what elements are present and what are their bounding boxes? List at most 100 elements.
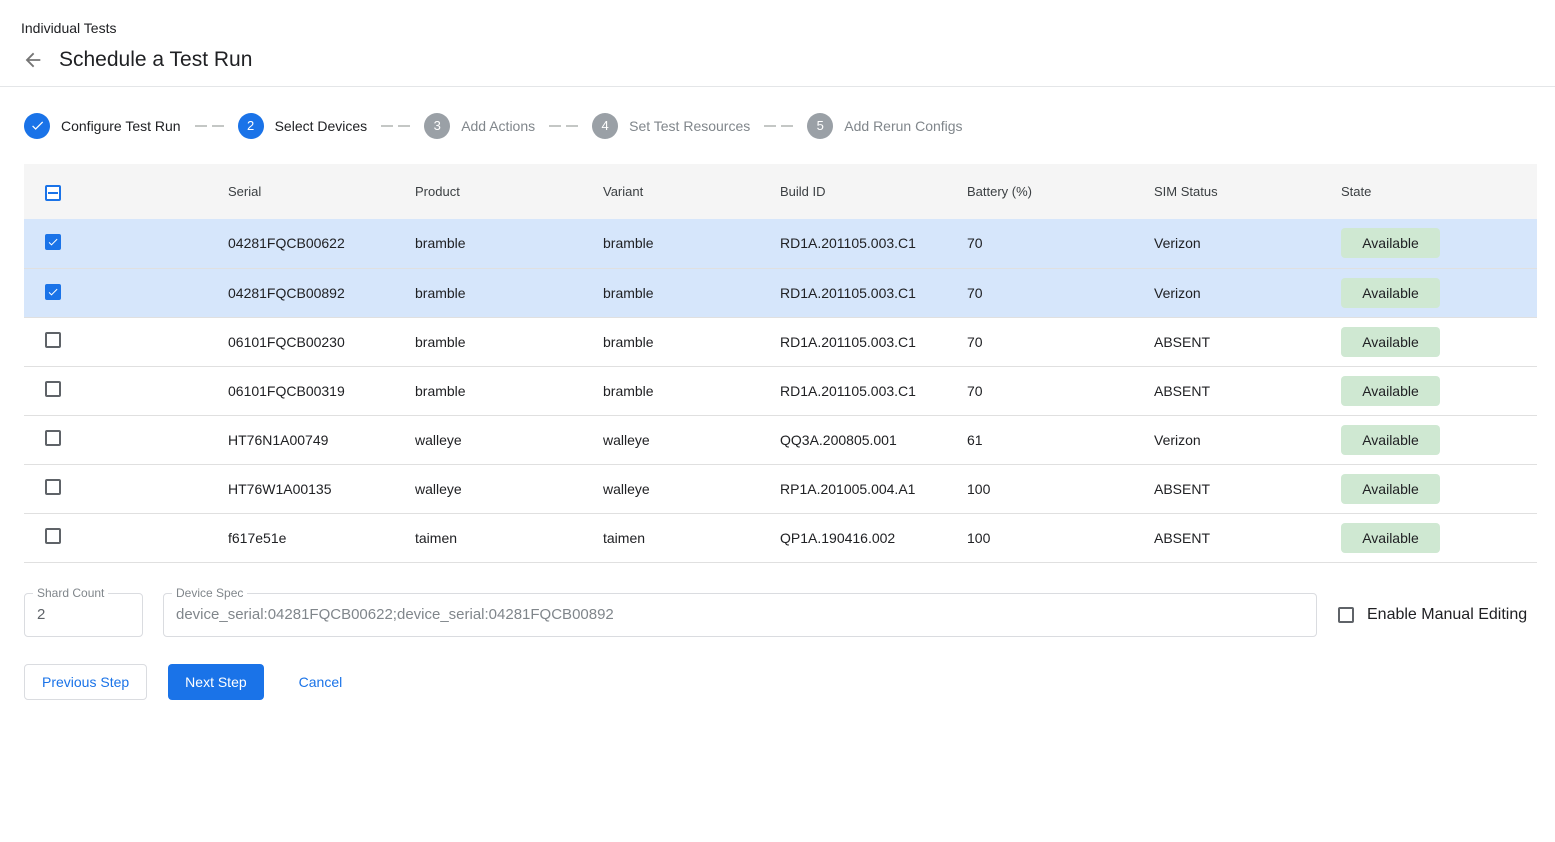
schedule-test-run-page: Individual Tests Schedule a Test Run Con…	[0, 0, 1555, 842]
state-badge: Available	[1341, 474, 1440, 504]
row-checkbox[interactable]	[45, 234, 61, 250]
cell-variant: bramble	[603, 366, 780, 415]
column-header-variant: Variant	[603, 164, 780, 219]
enable-manual-editing[interactable]: Enable Manual Editing	[1338, 593, 1527, 637]
cell-variant: bramble	[603, 268, 780, 317]
step-3-label: Add Actions	[461, 118, 535, 134]
cell-product: walleye	[415, 415, 603, 464]
column-header-build-id: Build ID	[780, 164, 967, 219]
step-3-number: 3	[424, 113, 450, 139]
cell-sim-status: ABSENT	[1154, 317, 1341, 366]
cell-variant: walleye	[603, 415, 780, 464]
stepper-step-select-devices[interactable]: 2 Select Devices	[238, 113, 368, 139]
cell-variant: walleye	[603, 464, 780, 513]
step-5-label: Add Rerun Configs	[844, 118, 962, 134]
arrow-back-icon	[22, 49, 44, 71]
column-header-battery: Battery (%)	[967, 164, 1154, 219]
table-header-row: Serial Product Variant Build ID Battery …	[24, 164, 1537, 219]
cell-serial: 06101FQCB00319	[228, 366, 415, 415]
device-table: Serial Product Variant Build ID Battery …	[24, 164, 1537, 563]
row-checkbox[interactable]	[45, 332, 61, 348]
cell-sim-status: ABSENT	[1154, 366, 1341, 415]
cell-serial: 06101FQCB00230	[228, 317, 415, 366]
step-1-check-icon	[24, 113, 50, 139]
row-checkbox[interactable]	[45, 479, 61, 495]
state-badge: Available	[1341, 228, 1440, 258]
cell-product: walleye	[415, 464, 603, 513]
row-checkbox[interactable]	[45, 430, 61, 446]
device-spec-input[interactable]	[176, 606, 1304, 623]
cell-product: bramble	[415, 366, 603, 415]
cell-battery: 100	[967, 513, 1154, 562]
check-icon	[47, 235, 59, 249]
stepper-step-add-rerun-configs[interactable]: 5 Add Rerun Configs	[807, 113, 962, 139]
step-5-number: 5	[807, 113, 833, 139]
device-row[interactable]: HT76W1A00135 walleye walleye RP1A.201005…	[24, 464, 1537, 513]
cell-build-id: RP1A.201005.004.A1	[780, 464, 967, 513]
state-badge: Available	[1341, 376, 1440, 406]
column-header-serial: Serial	[228, 164, 415, 219]
cell-build-id: RD1A.201105.003.C1	[780, 317, 967, 366]
shard-count-input[interactable]	[37, 606, 130, 623]
back-button[interactable]	[21, 48, 45, 72]
state-badge: Available	[1341, 327, 1440, 357]
step-2-number: 2	[238, 113, 264, 139]
stepper-step-set-test-resources[interactable]: 4 Set Test Resources	[592, 113, 750, 139]
cell-build-id: RD1A.201105.003.C1	[780, 366, 967, 415]
enable-manual-editing-checkbox[interactable]	[1338, 607, 1354, 623]
stepper-step-add-actions[interactable]: 3 Add Actions	[424, 113, 535, 139]
step-2-label: Select Devices	[275, 118, 368, 134]
cell-build-id: QQ3A.200805.001	[780, 415, 967, 464]
cell-battery: 70	[967, 268, 1154, 317]
row-checkbox[interactable]	[45, 528, 61, 544]
breadcrumb: Individual Tests	[21, 20, 1531, 36]
step-1-label: Configure Test Run	[61, 118, 181, 134]
stepper-step-configure-test-run[interactable]: Configure Test Run	[24, 113, 181, 139]
device-row[interactable]: 04281FQCB00622 bramble bramble RD1A.2011…	[24, 219, 1537, 268]
step-connector	[195, 125, 224, 127]
shard-count-field: Shard Count	[24, 593, 143, 637]
action-bar: Previous Step Next Step Cancel	[24, 664, 1531, 700]
cell-sim-status: Verizon	[1154, 415, 1341, 464]
page-header: Individual Tests Schedule a Test Run	[0, 0, 1555, 86]
column-header-product: Product	[415, 164, 603, 219]
cell-serial: HT76N1A00749	[228, 415, 415, 464]
column-header-state: State	[1341, 164, 1537, 219]
step-connector	[764, 125, 793, 127]
cell-variant: taimen	[603, 513, 780, 562]
next-step-button[interactable]: Next Step	[168, 664, 263, 700]
device-row[interactable]: f617e51e taimen taimen QP1A.190416.002 1…	[24, 513, 1537, 562]
device-spec-field: Device Spec	[163, 593, 1317, 637]
row-checkbox[interactable]	[45, 381, 61, 397]
select-all-checkbox[interactable]	[45, 185, 61, 201]
row-checkbox[interactable]	[45, 284, 61, 300]
enable-manual-editing-label: Enable Manual Editing	[1367, 606, 1527, 624]
device-spec-form: Shard Count Device Spec Enable Manual Ed…	[24, 593, 1531, 637]
cell-battery: 70	[967, 366, 1154, 415]
cell-variant: bramble	[603, 219, 780, 268]
device-row[interactable]: 04281FQCB00892 bramble bramble RD1A.2011…	[24, 268, 1537, 317]
device-row[interactable]: 06101FQCB00230 bramble bramble RD1A.2011…	[24, 317, 1537, 366]
cell-sim-status: ABSENT	[1154, 464, 1341, 513]
step-connector	[549, 125, 578, 127]
cell-serial: 04281FQCB00622	[228, 219, 415, 268]
shard-count-label: Shard Count	[33, 586, 108, 600]
device-spec-label: Device Spec	[172, 586, 247, 600]
title-row: Schedule a Test Run	[21, 48, 1531, 72]
cell-battery: 100	[967, 464, 1154, 513]
cancel-button[interactable]: Cancel	[291, 664, 351, 700]
step-4-number: 4	[592, 113, 618, 139]
cell-sim-status: Verizon	[1154, 268, 1341, 317]
check-icon	[47, 285, 59, 299]
device-row[interactable]: HT76N1A00749 walleye walleye QQ3A.200805…	[24, 415, 1537, 464]
stepper: Configure Test Run 2 Select Devices 3 Ad…	[0, 87, 1555, 164]
cell-product: bramble	[415, 219, 603, 268]
cell-battery: 70	[967, 219, 1154, 268]
column-header-sim-status: SIM Status	[1154, 164, 1341, 219]
cell-serial: f617e51e	[228, 513, 415, 562]
cell-product: taimen	[415, 513, 603, 562]
cell-sim-status: ABSENT	[1154, 513, 1341, 562]
cell-build-id: RD1A.201105.003.C1	[780, 268, 967, 317]
device-row[interactable]: 06101FQCB00319 bramble bramble RD1A.2011…	[24, 366, 1537, 415]
previous-step-button[interactable]: Previous Step	[24, 664, 147, 700]
